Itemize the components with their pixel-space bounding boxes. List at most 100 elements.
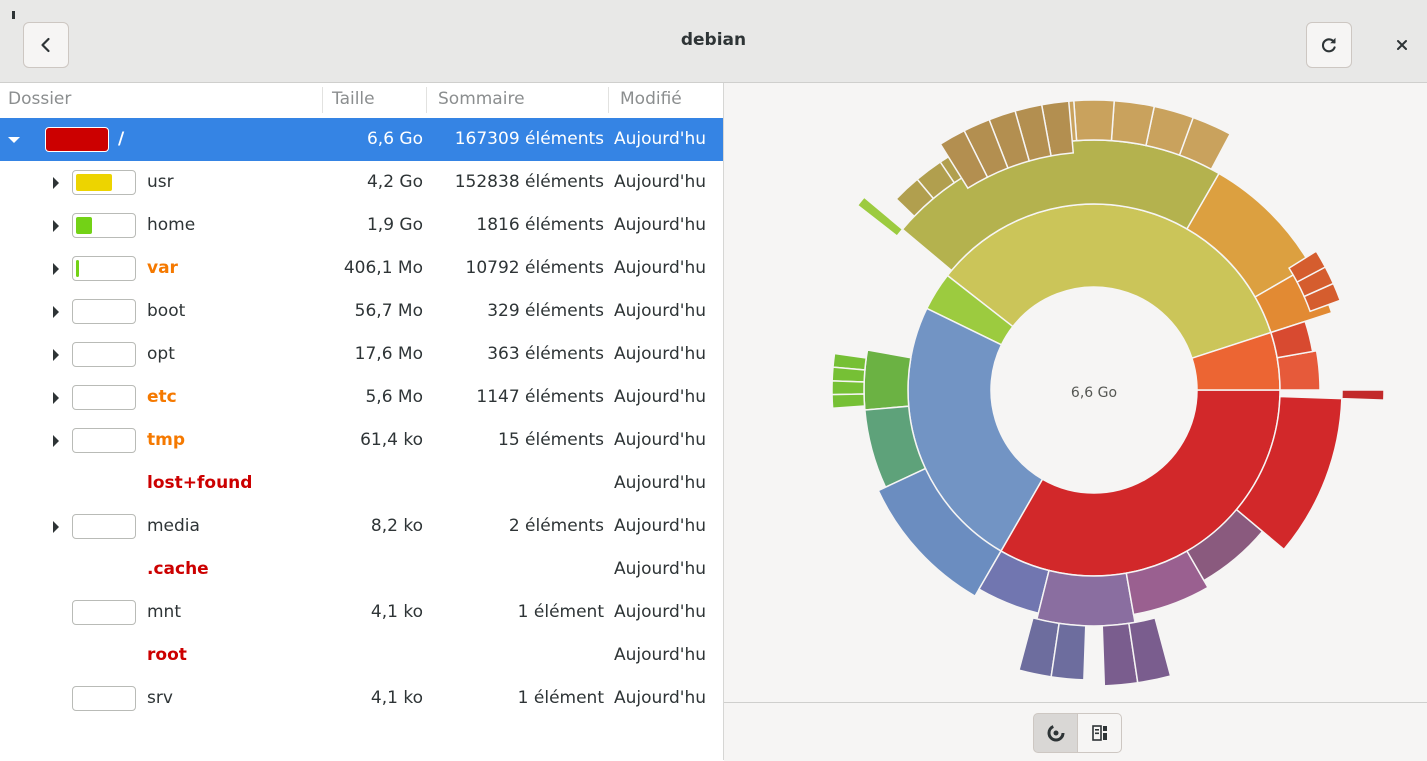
folder-name: home	[147, 215, 196, 235]
folder-size: 4,1 ko	[370, 602, 423, 622]
folder-modified: Aujourd'hu	[614, 344, 707, 364]
folder-size: 4,2 Go	[366, 172, 423, 192]
folder-size: 17,6 Mo	[354, 344, 423, 364]
usage-bar	[72, 385, 136, 410]
usage-bar-fill	[76, 260, 79, 277]
folder-modified: Aujourd'hu	[614, 473, 707, 493]
folder-modified: Aujourd'hu	[614, 301, 707, 321]
folder-summary: 15 éléments	[498, 430, 604, 450]
folder-name: media	[147, 516, 200, 536]
expander-collapsed-icon[interactable]	[53, 263, 59, 275]
expander-collapsed-icon[interactable]	[53, 521, 59, 533]
folder-row[interactable]: srv 4,1 ko 1 élément Aujourd'hu	[0, 677, 723, 720]
usage-bar	[72, 342, 136, 367]
folder-row[interactable]: var 406,1 Mo 10792 éléments Aujourd'hu	[0, 247, 723, 290]
folder-row[interactable]: boot 56,7 Mo 329 éléments Aujourd'hu	[0, 290, 723, 333]
folder-modified: Aujourd'hu	[614, 602, 707, 622]
column-separator	[608, 87, 609, 113]
usage-bar	[72, 686, 136, 711]
folder-summary: 10792 éléments	[465, 258, 604, 278]
folder-name: mnt	[147, 602, 181, 622]
expander-collapsed-icon[interactable]	[53, 220, 59, 232]
expander-collapsed-icon[interactable]	[53, 177, 59, 189]
header-bar: debian	[0, 0, 1427, 83]
folder-tree: Dossier Taille Sommaire Modifié / 6,6 Go 1…	[0, 83, 724, 760]
folder-row[interactable]: root Aujourd'hu	[0, 634, 723, 677]
chart-segment-outer-usr[interactable]	[1110, 99, 1156, 147]
usage-bar	[72, 428, 136, 453]
folder-size: 4,1 ko	[370, 688, 423, 708]
column-header-size[interactable]: Taille	[332, 89, 375, 109]
folder-summary: 2 éléments	[508, 516, 604, 536]
usage-bar	[72, 170, 136, 195]
folder-row[interactable]: tmp 61,4 ko 15 éléments Aujourd'hu	[0, 419, 723, 462]
folder-name: root	[147, 645, 187, 665]
expander-collapsed-icon[interactable]	[53, 349, 59, 361]
close-button[interactable]	[1386, 29, 1418, 61]
folder-modified: Aujourd'hu	[614, 258, 707, 278]
column-header-modified[interactable]: Modifié	[620, 89, 682, 109]
rings-chart[interactable]: 6,6 Go	[724, 83, 1427, 702]
window-title: debian	[680, 30, 747, 50]
folder-summary: 1 élément	[517, 602, 604, 622]
folder-row[interactable]: etc 5,6 Mo 1147 éléments Aujourd'hu	[0, 376, 723, 419]
usage-bar	[72, 256, 136, 281]
chart-segment-outer-share-e[interactable]	[1341, 389, 1385, 401]
folder-modified: Aujourd'hu	[614, 559, 707, 579]
chart-segment-home-a[interactable]	[863, 349, 912, 411]
column-headers: Dossier Taille Sommaire Modifié	[0, 83, 723, 117]
reload-button[interactable]	[1306, 22, 1352, 68]
column-separator	[322, 87, 323, 113]
treemap-chart-icon	[1091, 725, 1107, 741]
chart-segment-outer-usr[interactable]	[1072, 99, 1116, 142]
chart-center-size: 6,6 Go	[1071, 385, 1117, 401]
usage-bar-fill	[76, 174, 112, 191]
chart-segment-share-b[interactable]	[1035, 569, 1136, 627]
folder-modified: Aujourd'hu	[614, 430, 707, 450]
rings-chart-icon	[1047, 724, 1064, 742]
usage-bar	[72, 213, 136, 238]
column-separator	[426, 87, 427, 113]
folder-row[interactable]: home 1,9 Go 1816 éléments Aujourd'hu	[0, 204, 723, 247]
folder-name: .cache	[147, 559, 209, 579]
folder-summary: 1147 éléments	[476, 387, 604, 407]
column-header-folder[interactable]: Dossier	[8, 89, 71, 109]
folder-modified: Aujourd'hu	[614, 688, 707, 708]
column-header-summary[interactable]: Sommaire	[438, 89, 525, 109]
chart-segment-outer-var[interactable]	[856, 196, 904, 238]
usage-bar	[72, 514, 136, 539]
folder-row[interactable]: usr 4,2 Go 152838 éléments Aujourd'hu	[0, 161, 723, 204]
folder-row[interactable]: / 6,6 Go 167309 éléments Aujourd'hu	[0, 118, 723, 161]
chart-segment-outer-home[interactable]	[831, 380, 865, 396]
folder-name: boot	[147, 301, 186, 321]
folder-name: srv	[147, 688, 173, 708]
folder-summary: 167309 éléments	[454, 129, 604, 149]
expander-collapsed-icon[interactable]	[53, 392, 59, 404]
treemap-view-button[interactable]	[1077, 713, 1122, 753]
expander-expanded-icon[interactable]	[8, 137, 20, 143]
folder-name: /	[118, 129, 125, 149]
expander-collapsed-icon[interactable]	[53, 306, 59, 318]
expander-collapsed-icon[interactable]	[53, 435, 59, 447]
folder-size: 1,9 Go	[366, 215, 423, 235]
folder-size: 56,7 Mo	[354, 301, 423, 321]
usage-bar-fill	[76, 217, 92, 234]
folder-row[interactable]: lost+found Aujourd'hu	[0, 462, 723, 505]
folder-modified: Aujourd'hu	[614, 172, 707, 192]
usage-bar-fill	[46, 128, 108, 151]
window-close-icon	[1397, 40, 1407, 50]
folder-size: 61,4 ko	[360, 430, 423, 450]
folder-row[interactable]: mnt 4,1 ko 1 élément Aujourd'hu	[0, 591, 723, 634]
chart-segment-outer-home[interactable]	[831, 366, 866, 383]
usage-bar	[72, 299, 136, 324]
folder-row[interactable]: opt 17,6 Mo 363 éléments Aujourd'hu	[0, 333, 723, 376]
chart-area[interactable]: 6,6 Go	[724, 83, 1427, 702]
rings-view-button[interactable]	[1033, 713, 1078, 753]
folder-summary: 152838 éléments	[454, 172, 604, 192]
chart-segment-outer-home[interactable]	[831, 393, 866, 410]
folder-row[interactable]: media 8,2 ko 2 éléments Aujourd'hu	[0, 505, 723, 548]
folder-row[interactable]: .cache Aujourd'hu	[0, 548, 723, 591]
folder-name: etc	[147, 387, 177, 407]
folder-summary: 1816 éléments	[476, 215, 604, 235]
folder-summary: 329 éléments	[487, 301, 604, 321]
